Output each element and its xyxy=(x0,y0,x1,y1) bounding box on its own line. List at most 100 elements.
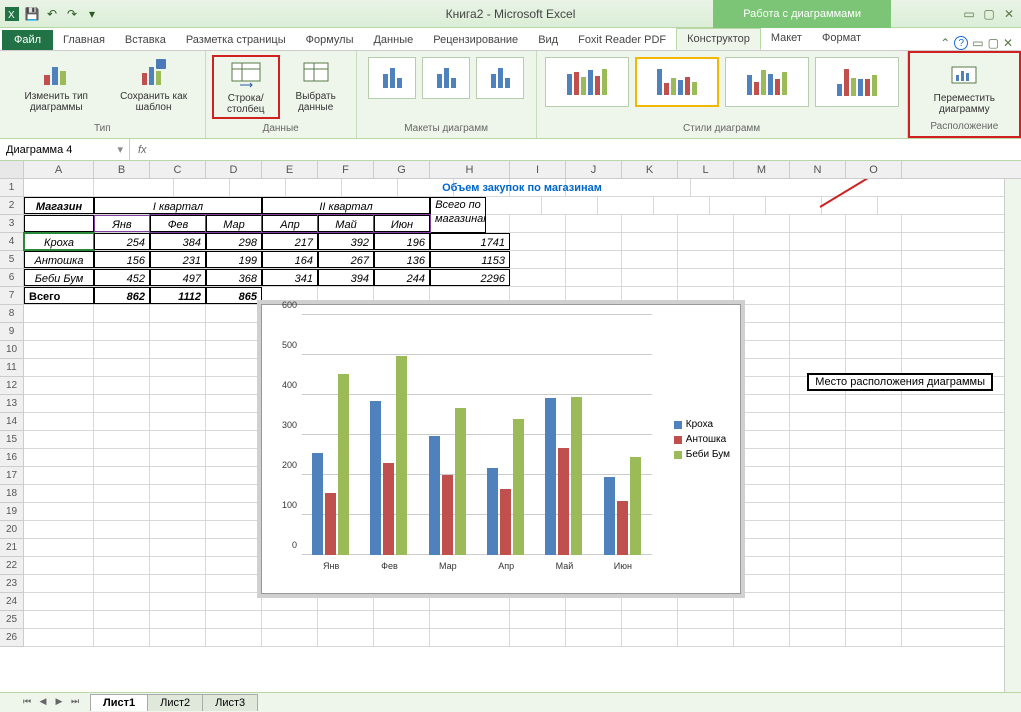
cell[interactable]: 497 xyxy=(150,269,206,286)
cell[interactable]: Май xyxy=(318,215,374,232)
cell[interactable] xyxy=(286,179,342,196)
cell[interactable]: 267 xyxy=(318,251,374,268)
close-icon[interactable]: ✕ xyxy=(1001,6,1017,22)
cell[interactable] xyxy=(150,359,206,376)
cell[interactable] xyxy=(790,323,846,340)
col-header[interactable]: F xyxy=(318,161,374,178)
vertical-scrollbar[interactable] xyxy=(1004,179,1021,692)
col-header[interactable]: N xyxy=(790,161,846,178)
cell[interactable] xyxy=(24,611,94,628)
cell[interactable]: 298 xyxy=(206,233,262,250)
sheet-nav-last-icon[interactable]: ⏭ xyxy=(68,696,82,710)
tab-Формулы[interactable]: Формулы xyxy=(296,30,364,50)
tab-Макет[interactable]: Макет xyxy=(761,28,812,50)
cell[interactable]: Фев xyxy=(150,215,206,232)
cell[interactable] xyxy=(94,377,150,394)
cell[interactable] xyxy=(790,539,846,556)
cell[interactable] xyxy=(262,629,318,646)
cell[interactable] xyxy=(94,323,150,340)
row-header[interactable]: 15 xyxy=(0,431,24,449)
cell[interactable] xyxy=(622,215,678,232)
chart-bar[interactable] xyxy=(429,436,440,555)
cell[interactable]: 1153 xyxy=(430,251,510,268)
file-tab[interactable]: Файл xyxy=(2,30,53,50)
cell[interactable] xyxy=(206,467,262,484)
cell[interactable] xyxy=(94,611,150,628)
cell[interactable] xyxy=(846,251,902,268)
cell[interactable] xyxy=(94,431,150,448)
cell[interactable] xyxy=(790,485,846,502)
cell[interactable] xyxy=(622,611,678,628)
sheet-tab[interactable]: Лист3 xyxy=(202,694,258,711)
cell[interactable] xyxy=(24,539,94,556)
cell[interactable]: 1741 xyxy=(430,233,510,250)
row-header[interactable]: 11 xyxy=(0,359,24,377)
cell[interactable] xyxy=(150,413,206,430)
cell[interactable]: 2296 xyxy=(430,269,510,286)
cell[interactable] xyxy=(566,269,622,286)
cell[interactable] xyxy=(374,593,430,610)
cell[interactable]: 452 xyxy=(94,269,150,286)
chart-bar[interactable] xyxy=(383,463,394,555)
row-header[interactable]: 23 xyxy=(0,575,24,593)
cell[interactable] xyxy=(94,359,150,376)
window-restore-icon[interactable]: ▢ xyxy=(988,36,999,50)
chart-bar[interactable] xyxy=(370,401,381,555)
cell[interactable] xyxy=(24,323,94,340)
col-header[interactable]: E xyxy=(262,161,318,178)
chart-bar[interactable] xyxy=(500,489,511,555)
col-header[interactable]: O xyxy=(846,161,902,178)
cell[interactable] xyxy=(846,431,902,448)
cell[interactable] xyxy=(734,575,790,592)
cell[interactable] xyxy=(24,575,94,592)
cell[interactable] xyxy=(566,251,622,268)
cell[interactable] xyxy=(374,611,430,628)
cell[interactable] xyxy=(24,629,94,646)
tab-Вид[interactable]: Вид xyxy=(528,30,568,50)
cell[interactable] xyxy=(734,287,790,304)
cell[interactable] xyxy=(678,251,734,268)
cell[interactable] xyxy=(622,629,678,646)
col-header[interactable]: C xyxy=(150,161,206,178)
row-header[interactable]: 5 xyxy=(0,251,24,269)
cell[interactable]: Объем закупок по магазинам xyxy=(355,179,691,197)
cell[interactable]: 136 xyxy=(374,251,430,268)
sheet-nav-first-icon[interactable]: ⏮ xyxy=(20,696,34,710)
col-header[interactable]: J xyxy=(566,161,622,178)
cell[interactable]: Кроха xyxy=(24,233,94,250)
cell[interactable] xyxy=(94,341,150,358)
cell[interactable] xyxy=(846,485,902,502)
cell[interactable] xyxy=(790,503,846,520)
tab-Разметка страницы[interactable]: Разметка страницы xyxy=(176,30,296,50)
cell[interactable] xyxy=(790,269,846,286)
switch-row-col-button[interactable]: Строка/столбец xyxy=(212,55,280,119)
col-header[interactable]: D xyxy=(206,161,262,178)
cell[interactable] xyxy=(318,287,374,304)
cell[interactable] xyxy=(846,557,902,574)
move-chart-button[interactable]: Переместить диаграмму xyxy=(916,57,1013,117)
cell[interactable] xyxy=(846,575,902,592)
cell[interactable] xyxy=(510,269,566,286)
chart-bar[interactable] xyxy=(455,408,466,555)
chart-legend[interactable]: КрохаАнтошкаБеби Бум xyxy=(674,415,730,464)
chart-bar[interactable] xyxy=(617,501,628,555)
cell[interactable] xyxy=(846,233,902,250)
cell[interactable] xyxy=(24,485,94,502)
cell[interactable]: II квартал xyxy=(262,197,430,214)
row-header[interactable]: 8 xyxy=(0,305,24,323)
cell[interactable] xyxy=(846,449,902,466)
cell[interactable] xyxy=(790,395,846,412)
chart-layout-thumb[interactable] xyxy=(422,57,470,99)
cell[interactable] xyxy=(206,413,262,430)
cell[interactable] xyxy=(734,629,790,646)
chart-bar[interactable] xyxy=(325,493,336,555)
chart-bar[interactable] xyxy=(513,419,524,555)
change-chart-type-button[interactable]: Изменить тип диаграммы xyxy=(6,55,106,115)
cell[interactable] xyxy=(430,287,510,304)
cell[interactable] xyxy=(150,377,206,394)
cell[interactable] xyxy=(790,629,846,646)
cell[interactable] xyxy=(734,557,790,574)
window-minimize-icon[interactable]: ▭ xyxy=(972,36,983,50)
cell[interactable] xyxy=(430,215,510,232)
cell[interactable] xyxy=(24,413,94,430)
